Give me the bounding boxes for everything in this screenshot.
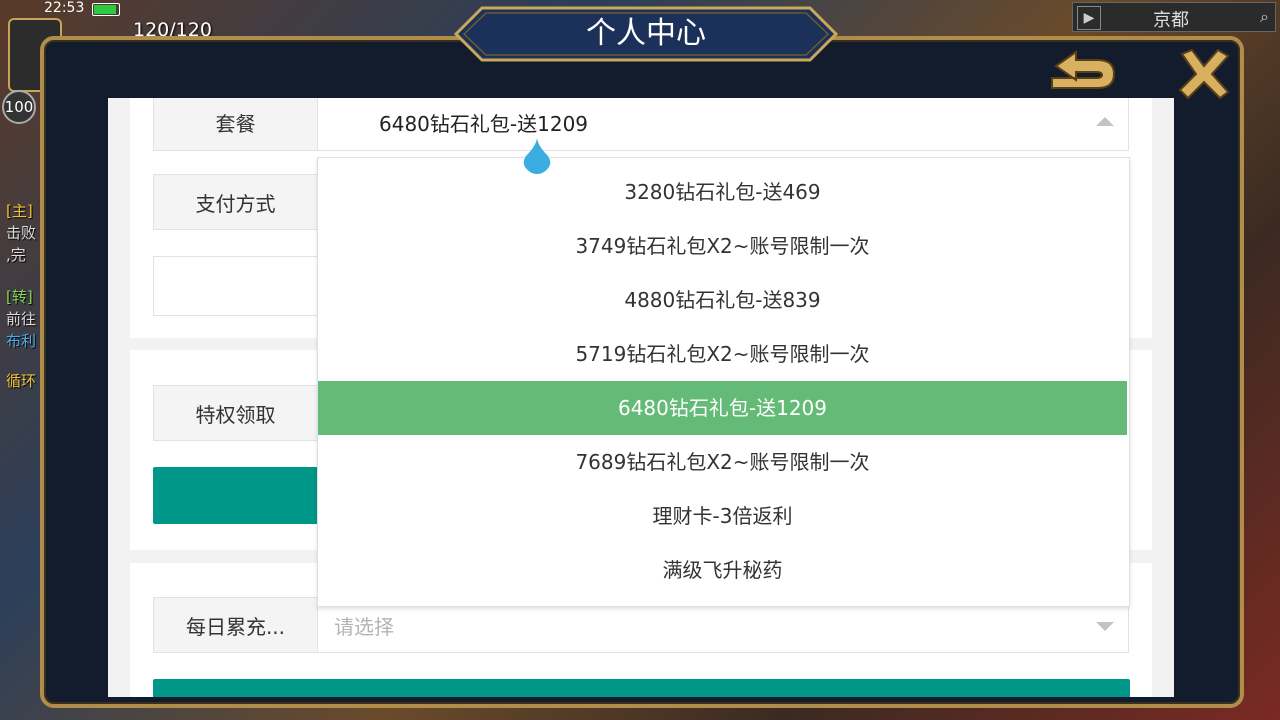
privilege-label: 特权领取 xyxy=(154,386,318,440)
dropdown-option[interactable]: 7689钻石礼包X2~账号限制一次 xyxy=(318,435,1127,489)
return-arrow-icon xyxy=(1051,50,1116,89)
dropdown-option[interactable]: 4880钻石礼包-送839 xyxy=(318,273,1127,327)
daily-recharge-label: 每日累充... xyxy=(154,598,318,652)
caret-up-icon[interactable] xyxy=(1096,117,1114,126)
text-selection-handle-icon[interactable] xyxy=(522,136,552,174)
dropdown-option[interactable]: 理财卡-3倍返利 xyxy=(318,489,1127,543)
panel-title: 个人中心 xyxy=(586,16,706,51)
search-icon[interactable]: ⌕ xyxy=(1260,7,1269,27)
package-row[interactable]: 套餐 6480钻石礼包-送1209 xyxy=(153,98,1129,151)
dropdown-option-selected[interactable]: 6480钻石礼包-送1209 xyxy=(318,381,1127,435)
package-dropdown-list: 3280钻石礼包-送469 3749钻石礼包X2~账号限制一次 4880钻石礼包… xyxy=(317,157,1130,607)
battery-icon xyxy=(92,3,120,16)
package-select-value[interactable]: 6480钻石礼包-送1209 xyxy=(379,98,588,150)
status-time: 22:53 xyxy=(44,0,85,16)
dropdown-option[interactable]: 5719钻石礼包X2~账号限制一次 xyxy=(318,327,1127,381)
expand-arrow-icon[interactable]: ▶ xyxy=(1077,6,1101,30)
caret-down-icon[interactable] xyxy=(1096,622,1114,631)
dropdown-option[interactable]: 3280钻石礼包-送469 xyxy=(318,165,1127,219)
payment-label: 支付方式 xyxy=(154,175,318,229)
package-label: 套餐 xyxy=(154,98,318,150)
dropdown-option[interactable]: 满级飞升秘药 xyxy=(318,543,1127,597)
back-button[interactable] xyxy=(1046,48,1118,96)
close-button[interactable] xyxy=(1176,46,1232,102)
close-icon xyxy=(1178,48,1230,100)
city-selector[interactable]: ▶ 京都 ⌕ xyxy=(1072,2,1276,32)
dropdown-option[interactable]: 3749钻石礼包X2~账号限制一次 xyxy=(318,219,1127,273)
daily-submit-button[interactable] xyxy=(153,679,1130,697)
player-level-badge: 100 xyxy=(2,90,36,124)
panel-title-plate: 个人中心 xyxy=(452,6,840,62)
city-name: 京都 xyxy=(1153,10,1189,31)
